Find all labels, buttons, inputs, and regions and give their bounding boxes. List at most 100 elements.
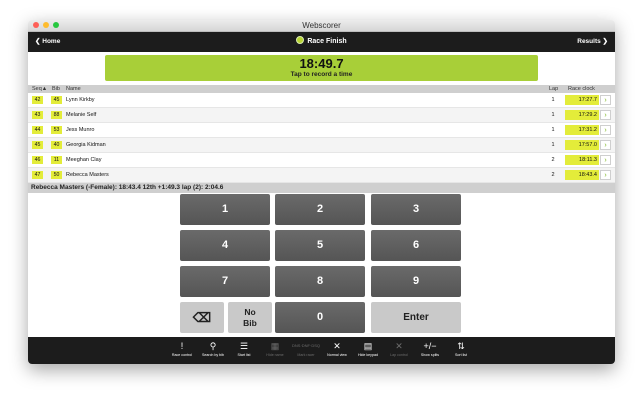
bib-cell[interactable]: 40: [51, 141, 62, 149]
seq-cell: 44: [32, 126, 43, 134]
column-lap[interactable]: Lap: [549, 85, 558, 93]
dns-dnf-dsq-icon: DNS·DNF·DSQ: [292, 343, 320, 348]
table-row[interactable]: 42 45 Lynn Kirkby 1 17:27.7 ›: [28, 93, 615, 108]
bib-cell[interactable]: 88: [51, 111, 62, 119]
no-bib-label-line1: No: [244, 307, 256, 317]
race-clock-cell: 18:11.3: [565, 155, 599, 165]
sort-list-label: Sort list: [455, 353, 467, 357]
table-row[interactable]: 43 88 Melanie Self 1 17:29.2 ›: [28, 108, 615, 123]
row-detail-chevron-icon[interactable]: ›: [600, 95, 611, 105]
alert-icon: !: [180, 341, 184, 351]
backspace-icon: ⌫: [192, 310, 212, 325]
start-list-label: Start list: [237, 353, 251, 357]
race-clock-cell: 17:31.2: [565, 125, 599, 135]
hide-keypad-button[interactable]: ▤ Hide keypad: [352, 340, 384, 358]
name-cell: Meeghan Clay: [66, 157, 102, 163]
table-row[interactable]: 45 40 Georgia Kidman 1 17:57.0 ›: [28, 138, 615, 153]
key-8[interactable]: 8: [275, 266, 365, 297]
row-detail-chevron-icon[interactable]: ›: [600, 125, 611, 135]
key-1[interactable]: 1: [180, 194, 270, 225]
table-row[interactable]: 46 11 Meeghan Clay 2 18:11.3 ›: [28, 153, 615, 168]
mark-racer-label: Mark racer: [297, 353, 315, 357]
hide-keypad-label: Hide keypad: [358, 353, 378, 357]
results-button[interactable]: Results ❯: [577, 32, 608, 52]
key-7[interactable]: 7: [180, 266, 270, 297]
results-label: Results: [577, 38, 601, 45]
window-title: Webscorer: [302, 21, 341, 30]
bib-cell[interactable]: 45: [51, 96, 62, 104]
search-by-bib-label: Search by bib: [202, 353, 224, 357]
key-6[interactable]: 6: [371, 230, 461, 261]
record-time-button[interactable]: 18:49.7 Tap to record a time: [105, 55, 538, 81]
key-2[interactable]: 2: [275, 194, 365, 225]
mark-racer-button[interactable]: DNS·DNF·DSQ Mark racer: [290, 340, 322, 358]
column-bib[interactable]: Bib: [52, 85, 60, 93]
keyboard-grid-icon: ▦: [270, 341, 280, 351]
show-splits-button[interactable]: +/− Show splits: [414, 340, 446, 358]
row-detail-chevron-icon[interactable]: ›: [600, 110, 611, 120]
race-control-label: Race control: [171, 353, 193, 357]
key-3[interactable]: 3: [371, 194, 461, 225]
key-5[interactable]: 5: [275, 230, 365, 261]
table-row[interactable]: 47 50 Rebecca Masters 2 18:43.4 ›: [28, 168, 615, 183]
bib-cell[interactable]: 11: [51, 156, 62, 164]
enter-button[interactable]: Enter: [371, 302, 461, 333]
lap-cell: 2: [551, 172, 555, 178]
race-clock-cell: 17:57.0: [565, 140, 599, 150]
record-time-hint: Tap to record a time: [290, 71, 353, 78]
race-clock-cell: 17:29.2: [565, 110, 599, 120]
seq-cell: 45: [32, 141, 43, 149]
seq-cell: 43: [32, 111, 43, 119]
key-9[interactable]: 9: [371, 266, 461, 297]
bib-cell[interactable]: 53: [51, 126, 62, 134]
column-seq[interactable]: Seq▲: [32, 85, 47, 93]
bib-cell[interactable]: 50: [51, 171, 62, 179]
start-list-button[interactable]: ☰ Start list: [228, 340, 260, 358]
lap-control-button[interactable]: ✕ Lap control: [383, 340, 415, 358]
race-control-button[interactable]: ! Race control: [166, 340, 198, 358]
lap-control-label: Lap control: [390, 353, 408, 357]
results-table: 42 45 Lynn Kirkby 1 17:27.7 › 43 88 Mela…: [28, 93, 615, 183]
timer-area: 18:49.7 Tap to record a time: [28, 52, 615, 85]
column-name[interactable]: Name: [66, 85, 81, 93]
name-cell: Melanie Self: [66, 112, 97, 118]
name-cell: Georgia Kidman: [66, 142, 106, 148]
key-4[interactable]: 4: [180, 230, 270, 261]
stopwatch-icon: [296, 36, 305, 45]
key-0[interactable]: 0: [275, 302, 365, 333]
lap-cell: 1: [551, 142, 555, 148]
show-splits-label: Show splits: [420, 353, 440, 357]
lap-runner-icon: ✕: [395, 341, 403, 351]
search-by-bib-button[interactable]: ⚲ Search by bib: [197, 340, 229, 358]
row-detail-chevron-icon[interactable]: ›: [600, 140, 611, 150]
keypad-icon: ▤: [363, 341, 373, 351]
title-bar: Webscorer: [28, 20, 615, 32]
lap-cell: 1: [551, 127, 555, 133]
backspace-button[interactable]: ⌫: [180, 302, 224, 333]
name-cell: Lynn Kirkby: [66, 97, 95, 103]
table-row[interactable]: 44 53 Jess Munro 1 17:31.2 ›: [28, 123, 615, 138]
list-icon: ☰: [239, 341, 249, 351]
no-bib-button[interactable]: No Bib: [228, 302, 272, 333]
column-race-clock[interactable]: Race clock: [568, 85, 595, 93]
race-time: 18:49.7: [299, 56, 344, 71]
page-title: Race Finish: [28, 32, 615, 52]
sort-arrows-icon: ⇅: [457, 341, 465, 351]
row-detail-chevron-icon[interactable]: ›: [600, 155, 611, 165]
row-detail-chevron-icon[interactable]: ›: [600, 170, 611, 180]
no-bib-label-line2: Bib: [243, 318, 257, 328]
hide-name-button[interactable]: ▦ Hide name: [259, 340, 291, 358]
sort-list-button[interactable]: ⇅ Sort list: [445, 340, 477, 358]
normal-view-button[interactable]: ✕ Normal view: [321, 340, 353, 358]
search-icon: ⚲: [209, 341, 217, 351]
chevron-right-icon: ❯: [602, 38, 608, 45]
seq-cell: 42: [32, 96, 43, 104]
nav-header: ❮ Home Race Finish Results ❯: [28, 32, 615, 52]
hide-name-label: Hide name: [266, 353, 284, 357]
seq-cell: 46: [32, 156, 43, 164]
runner-icon: ✕: [333, 341, 341, 351]
selected-racer-status: Rebecca Masters (-Female): 18:43.4 12th …: [28, 183, 615, 193]
name-cell: Rebecca Masters: [66, 172, 109, 178]
lap-cell: 1: [551, 97, 555, 103]
name-cell: Jess Munro: [66, 127, 95, 133]
